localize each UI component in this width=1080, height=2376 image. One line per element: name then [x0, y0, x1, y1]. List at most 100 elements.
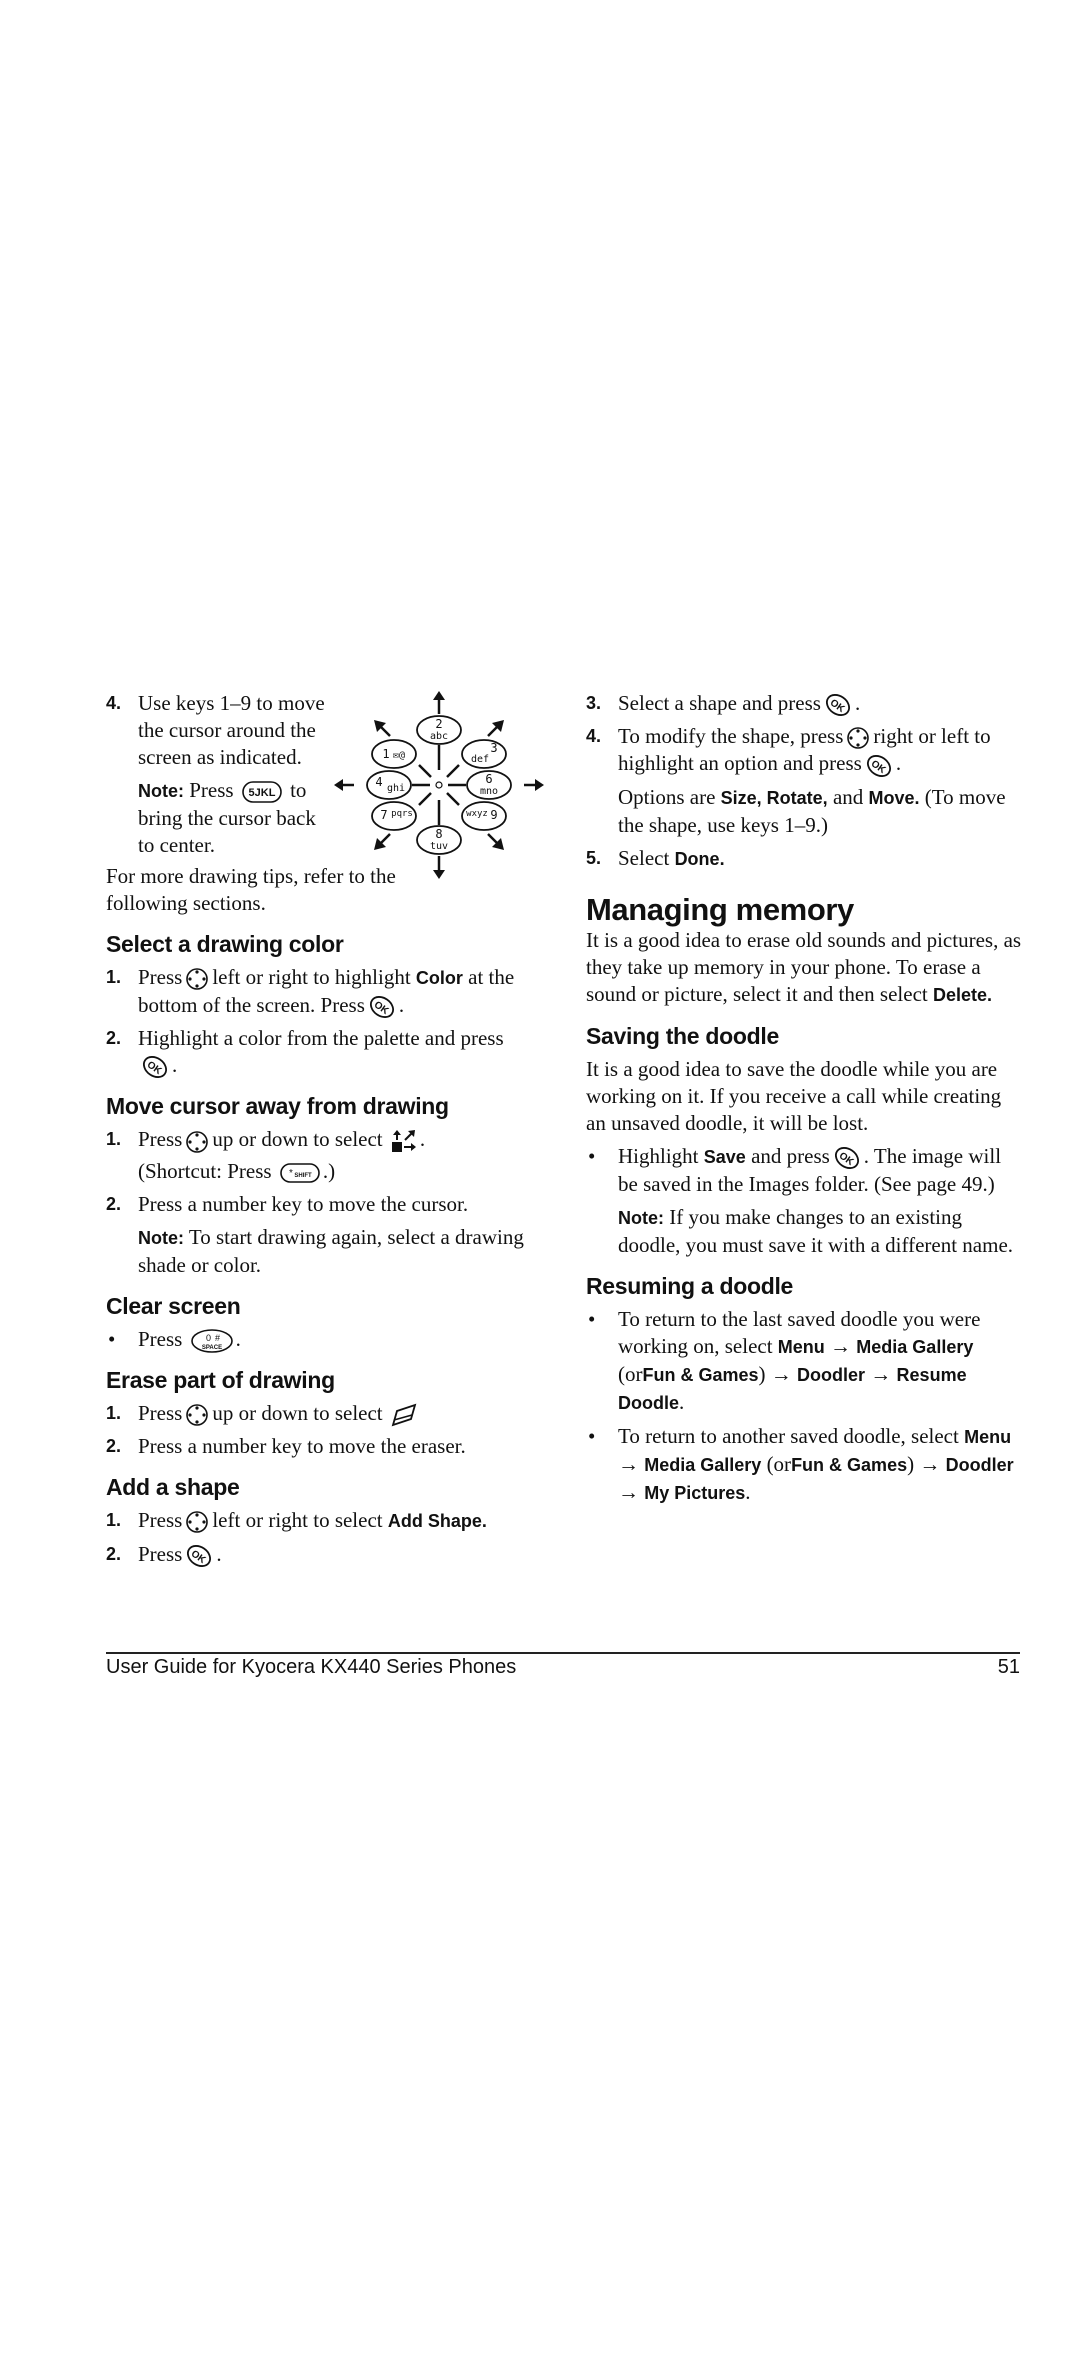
- keyword-delete: Delete.: [932, 984, 993, 1005]
- svg-text:SPACE: SPACE: [201, 1345, 221, 1351]
- key-2-letters: abc: [430, 731, 448, 742]
- heading-select-color: Select a drawing color: [106, 931, 344, 957]
- color-step-1: 1. Press left or right to highlight Color…: [106, 964, 542, 1020]
- footer-title: User Guide for Kyocera KX440 Series Phon…: [106, 1656, 517, 1678]
- saving-paragraph: It is a good idea to save the doodle whi…: [586, 1056, 1002, 1135]
- key-8-letters: tuv: [430, 841, 448, 852]
- or-text: (or: [766, 1451, 792, 1476]
- key-8-digit: 8: [435, 827, 442, 841]
- step-text: Press: [138, 1541, 183, 1566]
- step-end: .: [398, 993, 405, 1017]
- svg-text:SHIFT: SHIFT: [294, 1173, 312, 1179]
- step-number: 1.: [106, 1129, 122, 1150]
- arrow-icon: →: [830, 1333, 852, 1358]
- ok-key-icon: [832, 1145, 861, 1170]
- key-3-letters: def: [471, 754, 489, 765]
- left-column: 4. Use keys 1–9 to move the cursor aroun…: [106, 690, 544, 1569]
- step-number: 2.: [106, 1193, 122, 1214]
- step-text: Use keys 1–9 to move the cursor around t…: [138, 691, 325, 769]
- note-text: If you make changes to an existing doodl…: [618, 1204, 1014, 1257]
- shape-step-3: 3. Select a shape and press.: [586, 690, 1022, 718]
- arrow-icon: →: [919, 1451, 941, 1476]
- erase-step-1: 1. Press up or down to select: [106, 1400, 542, 1427]
- options-text: and: [832, 784, 864, 809]
- move-step-2: 2. Press a number key to move the cursor…: [106, 1191, 542, 1218]
- keyword-color: Color: [415, 968, 463, 988]
- svg-text:*: *: [289, 1168, 293, 1179]
- heading-add-shape: Add a shape: [106, 1473, 240, 1500]
- step-end: .: [172, 1053, 178, 1078]
- page-footer: User Guide for Kyocera KX440 Series Phon…: [106, 1652, 1020, 1679]
- heading-resuming-doodle: Resuming a doodle: [586, 1272, 794, 1299]
- menu-path-doodler: Doodler: [797, 1364, 866, 1385]
- heading-saving-doodle: Saving the doodle: [586, 1022, 779, 1049]
- menu-path-media-gallery: Media Gallery: [856, 1336, 974, 1357]
- step-number: 2.: [106, 1028, 122, 1049]
- clear-bullet: • Press 0 # SPACE.: [106, 1326, 542, 1353]
- menu-path-my-pictures: My Pictures: [644, 1482, 746, 1503]
- step-text: Highlight a color from the palette and p…: [138, 1026, 504, 1051]
- step-text: Press a number key to move the eraser.: [138, 1433, 466, 1458]
- ok-key-icon: [823, 693, 852, 718]
- eraser-icon: [391, 1403, 417, 1427]
- keypad-direction-diagram: 2 abc 1 ✉@ 3 def 4 ghi 6 mno 7 pqrs 8 tu…: [334, 690, 544, 880]
- saving-note: Note: If you make changes to an existing…: [586, 1204, 1022, 1259]
- ok-key-icon: [141, 1055, 169, 1080]
- key-4-digit: 4: [375, 775, 382, 789]
- shape-options: Options are Size, Rotate, and Move. (To …: [618, 784, 1022, 839]
- bullet-dot: •: [588, 1306, 596, 1331]
- page-number: 51: [997, 1656, 1020, 1678]
- nav-key-icon: [185, 1403, 209, 1427]
- bullet-text: and press: [751, 1143, 830, 1168]
- step-end: .: [419, 1127, 426, 1152]
- step-number: 1.: [106, 1402, 122, 1423]
- options-text: Options are: [618, 784, 716, 809]
- ok-key-icon: [367, 995, 396, 1020]
- key-6-digit: 6: [485, 772, 492, 786]
- key-7-letters: pqrs: [391, 809, 413, 819]
- key-9-letters: wxyz: [466, 809, 488, 819]
- shift-key-icon: * SHIFT: [280, 1162, 320, 1184]
- or-text: (or: [618, 1361, 643, 1386]
- svg-text:5JKL: 5JKL: [248, 787, 275, 799]
- step-text: Press: [138, 1507, 183, 1532]
- step-text: left or right to highlight: [212, 965, 411, 989]
- key-2-digit: 2: [435, 717, 442, 731]
- bullet-text: To return to another saved doodle, selec…: [618, 1423, 959, 1448]
- key-9-digit: 9: [490, 808, 497, 822]
- step-end: .: [216, 1541, 222, 1566]
- bullet-text: Highlight: [618, 1143, 699, 1168]
- bullet-text: Press: [138, 1326, 183, 1351]
- saving-bullet: • Highlight Save and press. The image wi…: [586, 1143, 1022, 1198]
- key-1-digit: 1: [382, 747, 389, 761]
- note-label: Note:: [138, 781, 184, 801]
- step-number: 4.: [586, 726, 602, 747]
- step-text: left or right to select: [212, 1507, 383, 1532]
- step-text: Press a number key to move the cursor.: [138, 1191, 469, 1216]
- shape-step-2: 2. Press.: [106, 1541, 542, 1569]
- right-column: 3. Select a shape and press. 4. To modif…: [586, 690, 1022, 1507]
- step-text: To modify the shape, press: [618, 724, 844, 749]
- resume-bullet-1: • To return to the last saved doodle you…: [588, 1306, 981, 1414]
- bullet-dot: •: [588, 1143, 596, 1168]
- svg-text:0: 0: [206, 1333, 211, 1343]
- or-close: ): [758, 1361, 766, 1386]
- note-text: To start drawing again, select a drawing…: [138, 1224, 524, 1277]
- step-text: Press: [138, 965, 183, 989]
- memory-paragraph: It is a good idea to erase old sounds an…: [586, 927, 1022, 1009]
- menu-path-doodler: Doodler: [945, 1454, 1014, 1475]
- note-label: Note:: [138, 1227, 184, 1248]
- shape-step-5: 5. Select Done.: [586, 845, 1022, 873]
- shape-step-4: 4. To modify the shape, press right or le…: [586, 723, 1022, 838]
- shortcut-text: (Shortcut: Press: [138, 1158, 272, 1183]
- keyword-add-shape: Add Shape.: [387, 1510, 487, 1531]
- shape-step-1: 1. Press left or right to select Add Shap…: [106, 1507, 542, 1535]
- arrow-icon: →: [870, 1361, 892, 1386]
- step-number: 1.: [106, 1509, 122, 1530]
- step-text: Press: [138, 1127, 183, 1152]
- step-text: up or down to select: [212, 1127, 383, 1152]
- keyword-move: Move.: [868, 787, 920, 808]
- step-text: Select: [618, 845, 670, 870]
- ok-key-icon: [185, 1544, 214, 1569]
- nav-key-icon: [185, 1130, 209, 1154]
